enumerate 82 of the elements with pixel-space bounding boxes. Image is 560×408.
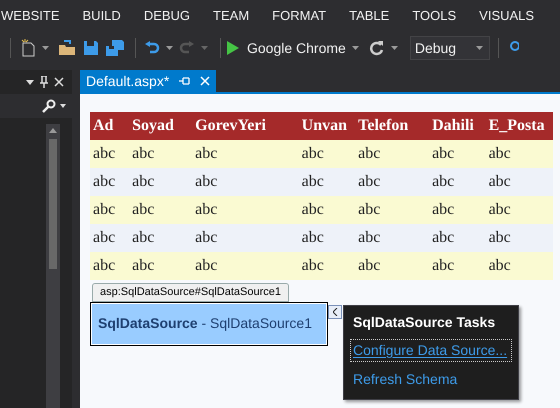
table-cell: abc: [429, 140, 486, 168]
table-cell: abc: [429, 252, 486, 280]
table-cell: abc: [486, 252, 553, 280]
table-cell: abc: [355, 196, 430, 224]
menu-item[interactable]: WEBSITE: [1, 6, 60, 26]
column-header: E_Posta: [486, 112, 553, 140]
play-icon: [227, 41, 239, 55]
table-cell: abc: [129, 168, 192, 196]
table-cell: abc: [355, 168, 430, 196]
menu-item[interactable]: TOOLS: [412, 6, 456, 26]
save-all-icon[interactable]: [106, 40, 124, 56]
table-cell: abc: [429, 224, 486, 252]
table-cell: abc: [192, 224, 299, 252]
column-header: Telefon: [355, 112, 430, 140]
dropdown-caret-icon[interactable]: [390, 46, 398, 50]
table-cell: abc: [129, 224, 192, 252]
table-cell: abc: [298, 196, 356, 224]
undo-icon[interactable]: [144, 40, 160, 56]
control-label: SqlDataSource - SqlDataSource1: [98, 314, 312, 333]
column-header: GorevYeri: [192, 112, 299, 140]
table-cell: abc: [90, 252, 130, 280]
save-icon[interactable]: [83, 40, 99, 56]
search-icon: [42, 99, 56, 113]
scrollbar[interactable]: [46, 124, 60, 408]
column-header: Ad: [90, 112, 130, 140]
table-cell: abc: [298, 168, 356, 196]
dropdown-caret-icon[interactable]: [352, 46, 359, 50]
refresh-icon[interactable]: [368, 40, 385, 56]
menu-item[interactable]: TABLE: [349, 6, 390, 26]
table-cell: abc: [129, 196, 192, 224]
table-cell: abc: [298, 252, 356, 280]
dropdown-caret-icon[interactable]: [26, 80, 34, 84]
table-cell: abc: [192, 252, 299, 280]
table-cell: abc: [298, 140, 356, 168]
table-cell: abc: [298, 224, 356, 252]
table-cell: abc: [192, 196, 299, 224]
menu-item[interactable]: VISUALS: [479, 6, 534, 26]
configuration-dropdown[interactable]: Debug: [410, 36, 490, 60]
table-cell: abc: [486, 224, 553, 252]
smart-tag-button[interactable]: [328, 305, 342, 319]
table-cell: abc: [192, 168, 299, 196]
tab-title: Default.aspx*: [86, 72, 170, 91]
table-cell: abc: [486, 140, 553, 168]
table-cell: abc: [429, 168, 486, 196]
search-field[interactable]: [0, 94, 72, 118]
table-cell: abc: [486, 168, 553, 196]
table-cell: abc: [90, 224, 130, 252]
table-cell: abc: [192, 140, 299, 168]
menu-item[interactable]: BUILD: [82, 6, 121, 26]
panel-title: SqlDataSource Tasks: [353, 313, 496, 332]
table-cell: abc: [355, 252, 430, 280]
table-cell: abc: [90, 196, 130, 224]
menu-item[interactable]: FORMAT: [272, 6, 326, 26]
column-header: Dahili: [429, 112, 486, 140]
table-cell: abc: [90, 168, 130, 196]
column-header: Soyad: [129, 112, 192, 140]
scrollbar-thumb[interactable]: [49, 139, 57, 269]
table-cell: abc: [129, 140, 192, 168]
close-icon[interactable]: [54, 77, 64, 87]
task-link[interactable]: Refresh Schema: [350, 368, 512, 391]
chevron-left-icon: [332, 308, 338, 316]
menu-item[interactable]: DEBUG: [144, 6, 190, 26]
dropdown-caret-icon[interactable]: [42, 46, 49, 50]
control-tag: asp:SqlDataSource#SqlDataSource1: [92, 283, 290, 302]
table-cell: abc: [355, 140, 430, 168]
table-cell: abc: [90, 140, 130, 168]
scroll-up-icon[interactable]: [49, 128, 57, 133]
table-cell: abc: [429, 196, 486, 224]
configuration-value: Debug: [414, 38, 456, 58]
task-link[interactable]: Configure Data Source...: [350, 339, 512, 362]
new-project-icon[interactable]: [20, 39, 36, 57]
table-cell: abc: [129, 252, 192, 280]
open-folder-icon[interactable]: [58, 40, 76, 56]
pin-icon[interactable]: [40, 76, 48, 88]
menu-item[interactable]: TEAM: [213, 6, 250, 26]
dropdown-caret-icon[interactable]: [166, 46, 173, 50]
dropdown-caret-icon[interactable]: [60, 104, 66, 108]
table-cell: abc: [486, 196, 553, 224]
table-cell: abc: [355, 224, 430, 252]
data-source-control[interactable]: SqlDataSource - SqlDataSource1: [90, 302, 328, 346]
start-debugging-button[interactable]: Google Chrome: [227, 38, 346, 58]
column-header: Unvan: [298, 112, 356, 140]
